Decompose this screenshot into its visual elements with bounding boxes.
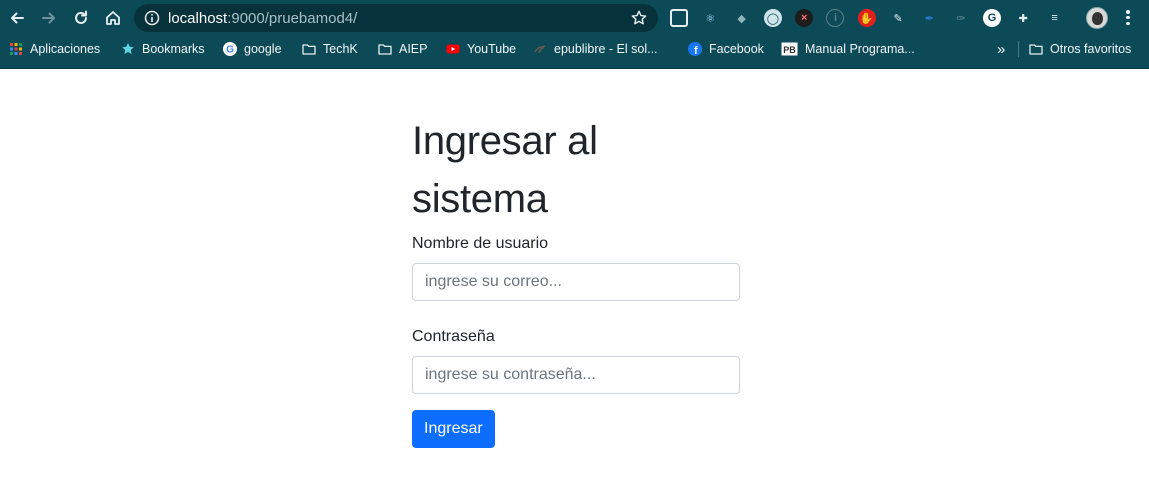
menu-dot-icon	[1126, 21, 1130, 26]
browser-toolbar: localhost:9000/pruebamod4/ ⚛ ◆ ◯ × i ✋ ✎ ✒ ✑ G ✚ ≡	[0, 0, 1149, 36]
bookmark-other-favorites[interactable]: Otros favoritos	[1029, 36, 1131, 62]
bookmark-facebook[interactable]: f Facebook	[688, 36, 764, 62]
bookmark-label: google	[244, 42, 282, 56]
folder-icon	[302, 42, 316, 56]
bookmarks-overflow-button[interactable]: »	[997, 36, 1005, 62]
back-button[interactable]	[6, 7, 28, 29]
home-icon	[106, 11, 120, 25]
apps-grid-icon[interactable]	[670, 9, 688, 27]
vpn-icon[interactable]: ◯	[763, 9, 782, 27]
bookmark-label: YouTube	[467, 42, 517, 56]
username-label: Nombre de usuario	[412, 235, 549, 252]
epublibre-icon	[533, 42, 547, 56]
bookmark-youtube[interactable]: YouTube	[446, 36, 516, 62]
bookmark-manual[interactable]: PB Manual Programa...	[781, 36, 915, 62]
arrow-right-icon	[42, 12, 55, 24]
adblock-icon[interactable]: ✋	[857, 9, 876, 27]
bookmark-label: Otros favoritos	[1050, 42, 1132, 56]
url-path: :9000/pruebamod4/	[227, 9, 358, 27]
feather-icon[interactable]: ✑	[952, 9, 970, 27]
media-queue-icon[interactable]: ≡	[1046, 9, 1064, 27]
folder-icon	[1029, 42, 1043, 56]
apps-grid-icon	[9, 42, 23, 56]
bookmark-epublibre[interactable]: epublibre - El sol...	[533, 36, 658, 62]
page-title: Ingresar al sistema	[412, 119, 598, 221]
dropper-icon[interactable]: ✎	[889, 9, 907, 27]
reload-icon	[75, 10, 87, 24]
bookmark-aiep[interactable]: AIEP	[378, 36, 428, 62]
bookmark-label: Manual Programa...	[805, 42, 915, 56]
bookmark-apps[interactable]: Aplicaciones	[9, 36, 100, 62]
facebook-icon: f	[688, 42, 702, 56]
menu-dot-icon	[1126, 10, 1130, 14]
grammarly-icon[interactable]: G	[982, 9, 1001, 27]
menu-dot-icon	[1126, 15, 1130, 20]
bookmark-label: Bookmarks	[142, 42, 205, 56]
username-input[interactable]	[412, 263, 740, 301]
google-icon: G	[223, 42, 237, 56]
url-text: localhost:9000/pruebamod4/	[168, 10, 357, 27]
bookmark-label: Aplicaciones	[30, 42, 101, 56]
bookmark-google[interactable]: G google	[223, 36, 282, 62]
home-button[interactable]	[102, 7, 124, 29]
info-icon[interactable]	[144, 10, 160, 26]
password-input[interactable]	[412, 356, 740, 394]
pen-icon[interactable]: ✒	[920, 9, 938, 27]
login-form: Ingresar al sistema Nombre de usuario Co…	[412, 112, 740, 448]
arrow-left-icon	[11, 12, 24, 24]
profile-avatar[interactable]	[1086, 7, 1108, 29]
address-bar[interactable]: localhost:9000/pruebamod4/	[134, 4, 658, 32]
bookmark-label: epublibre - El sol...	[554, 42, 658, 56]
bookmarks-bar: Aplicaciones Bookmarks G google TechK AI…	[0, 36, 1149, 69]
bookmark-label: TechK	[323, 42, 358, 56]
dropbox-icon[interactable]: ◆	[733, 9, 751, 27]
folder-icon	[378, 42, 392, 56]
menu-button[interactable]	[1122, 8, 1134, 28]
info-extension-icon[interactable]: i	[826, 9, 845, 27]
bookmark-bookmarks[interactable]: Bookmarks	[121, 36, 205, 62]
extensions-area: ⚛ ◆ ◯ × i ✋ ✎ ✒ ✑ G ✚ ≡	[670, 6, 1077, 30]
react-devtools-icon[interactable]: ⚛	[701, 9, 719, 27]
youtube-icon	[446, 42, 460, 56]
bookmarks-divider	[1018, 41, 1019, 57]
bookmark-label: AIEP	[399, 42, 428, 56]
avatar-face-icon	[1092, 12, 1103, 25]
bookmark-techk[interactable]: TechK	[302, 36, 358, 62]
bookmark-label: Facebook	[709, 42, 764, 56]
svg-text:G: G	[226, 45, 234, 56]
password-label: Contraseña	[412, 328, 495, 345]
x-extension-icon[interactable]: ×	[795, 9, 814, 27]
svg-text:f: f	[694, 45, 698, 56]
submit-button[interactable]: Ingresar	[412, 410, 495, 448]
bookmark-star-icon[interactable]	[630, 9, 648, 27]
chevron-double-icon: »	[997, 40, 1006, 58]
puzzle-icon[interactable]: ✚	[1014, 9, 1032, 27]
svg-text:PB: PB	[783, 45, 796, 55]
pb-icon: PB	[781, 42, 798, 56]
star-icon	[121, 42, 135, 56]
forward-button[interactable]	[38, 7, 60, 29]
reload-button[interactable]	[70, 7, 92, 29]
url-host: localhost	[168, 9, 228, 27]
